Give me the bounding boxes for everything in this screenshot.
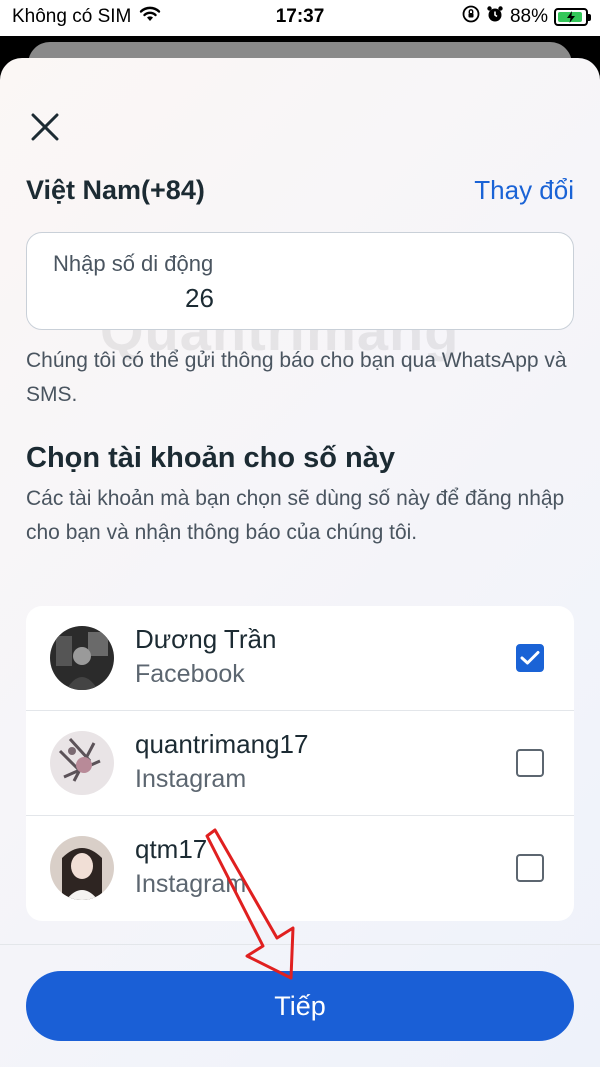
avatar bbox=[50, 626, 114, 690]
account-platform: Facebook bbox=[135, 660, 245, 688]
account-row-quantrimang17[interactable]: quantrimang17 Instagram bbox=[26, 711, 574, 816]
avatar bbox=[50, 731, 114, 795]
close-icon bbox=[31, 113, 59, 141]
battery-percent: 88% bbox=[509, 6, 548, 27]
avatar bbox=[50, 836, 114, 900]
account-list: Dương Trần Facebook quantrimang17 Instag… bbox=[26, 606, 574, 921]
account-name: qtm17 bbox=[135, 834, 208, 864]
phone-field-label: Nhập số di động bbox=[53, 251, 214, 276]
phone-field-value[interactable]: 26 bbox=[185, 283, 214, 314]
account-row-duong-tran[interactable]: Dương Trần Facebook bbox=[26, 606, 574, 711]
change-country-link[interactable]: Thay đổi bbox=[474, 175, 574, 206]
footer-divider bbox=[0, 944, 600, 945]
country-row: Việt Nam(+84) Thay đổi bbox=[26, 170, 574, 210]
orientation-lock-icon bbox=[462, 5, 480, 29]
account-platform: Instagram bbox=[135, 765, 247, 793]
country-label: Việt Nam(+84) bbox=[26, 174, 205, 205]
battery-icon bbox=[554, 8, 591, 26]
alarm-icon bbox=[486, 5, 504, 29]
next-button[interactable]: Tiếp bbox=[26, 971, 574, 1041]
accounts-section-title: Chọn tài khoản cho số này bbox=[26, 442, 395, 474]
notification-hint: Chúng tôi có thể gửi thông báo cho bạn q… bbox=[26, 349, 567, 406]
account-name: quantrimang17 bbox=[135, 729, 309, 759]
account-checkbox[interactable] bbox=[516, 749, 544, 777]
account-checkbox[interactable] bbox=[516, 644, 544, 672]
bottom-sheet: Quantrimang Việt Nam(+84) Thay đổi Nhập … bbox=[0, 58, 600, 1067]
account-checkbox[interactable] bbox=[516, 854, 544, 882]
accounts-section-description: Các tài khoản mà bạn chọn sẽ dùng số này… bbox=[26, 487, 565, 544]
close-button[interactable] bbox=[24, 106, 66, 148]
account-row-qtm17[interactable]: qtm17 Instagram bbox=[26, 816, 574, 921]
account-name: Dương Trần bbox=[135, 624, 277, 654]
checkmark-icon bbox=[520, 651, 540, 665]
phone-number-field[interactable]: Nhập số di động 26 bbox=[26, 232, 574, 330]
screen: Không có SIM 17:37 88% Quantrimang Việt … bbox=[0, 0, 600, 1067]
status-bar: Không có SIM 17:37 88% bbox=[0, 0, 600, 36]
account-platform: Instagram bbox=[135, 870, 247, 898]
status-right: 88% bbox=[462, 5, 591, 29]
